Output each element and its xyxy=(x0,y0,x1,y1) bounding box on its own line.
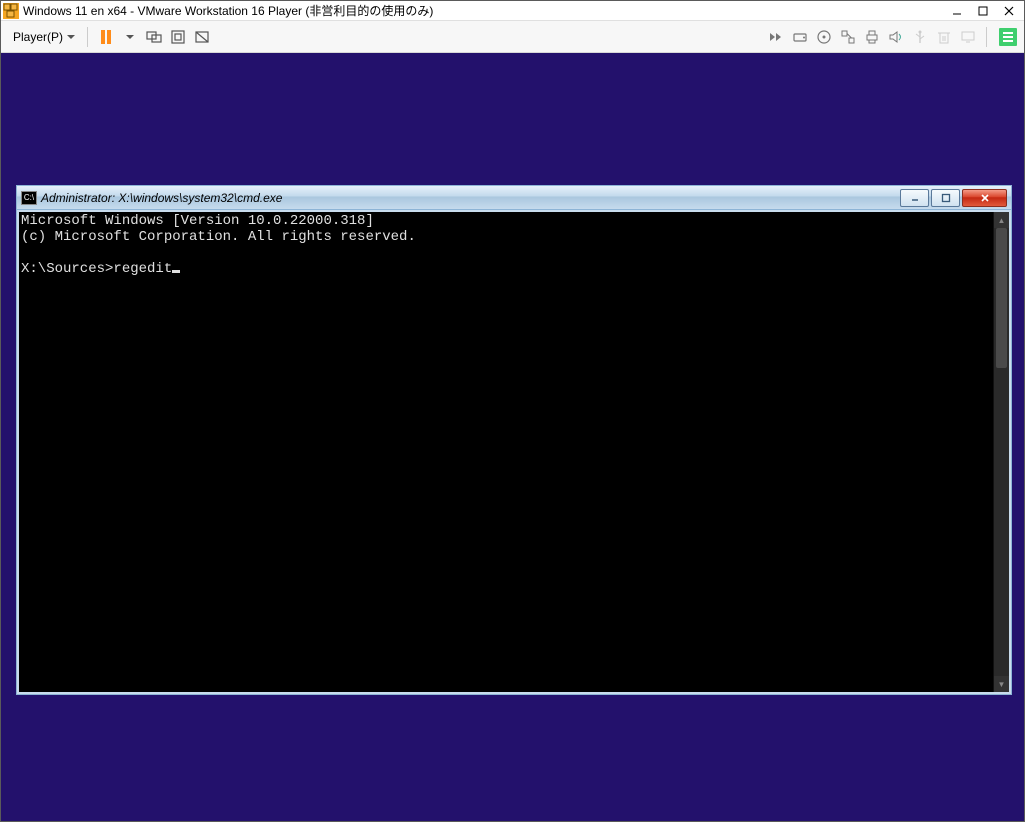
vmware-minimize-button[interactable] xyxy=(944,1,970,21)
sound-icon[interactable] xyxy=(885,26,907,48)
pause-dropdown-button[interactable] xyxy=(119,26,141,48)
printer-icon[interactable] xyxy=(861,26,883,48)
cmd-titlebar[interactable]: C:\ Administrator: X:\windows\system32\c… xyxy=(17,186,1011,210)
vmware-toolbar: Player(P) xyxy=(1,21,1024,53)
cmd-terminal[interactable]: Microsoft Windows [Version 10.0.22000.31… xyxy=(19,212,993,692)
cd-dvd-icon[interactable] xyxy=(813,26,835,48)
cmd-cursor xyxy=(172,270,180,273)
cmd-line-version: Microsoft Windows [Version 10.0.22000.31… xyxy=(21,213,374,229)
caret-down-icon xyxy=(126,35,134,39)
player-menu-label: Player(P) xyxy=(13,30,63,44)
vmware-app-icon xyxy=(3,3,19,19)
manage-button[interactable] xyxy=(999,28,1017,46)
unity-mode-button[interactable] xyxy=(191,26,213,48)
scroll-thumb[interactable] xyxy=(996,228,1007,368)
vmware-window-controls xyxy=(944,1,1022,21)
delete-icon[interactable] xyxy=(933,26,955,48)
cmd-body-wrap: Microsoft Windows [Version 10.0.22000.31… xyxy=(17,210,1011,694)
vm-guest-desktop[interactable]: C:\ Administrator: X:\windows\system32\c… xyxy=(1,53,1024,821)
cmd-close-button[interactable] xyxy=(962,189,1007,207)
fullscreen-button[interactable] xyxy=(167,26,189,48)
network-adapter-icon[interactable] xyxy=(837,26,859,48)
display-icon[interactable] xyxy=(957,26,979,48)
vmware-player-window: Windows 11 en x64 - VMware Workstation 1… xyxy=(0,0,1025,822)
vmware-window-title: Windows 11 en x64 - VMware Workstation 1… xyxy=(23,2,944,19)
cmd-line-copyright: (c) Microsoft Corporation. All rights re… xyxy=(21,229,416,245)
toolbar-separator xyxy=(87,27,88,47)
pause-vm-button[interactable] xyxy=(95,26,117,48)
cmd-minimize-button[interactable] xyxy=(900,189,929,207)
player-menu[interactable]: Player(P) xyxy=(7,27,81,47)
pause-icon xyxy=(101,30,111,44)
cmd-prompt: X:\Sources> xyxy=(21,261,113,277)
toolbar-separator xyxy=(986,27,987,47)
cmd-window-title: Administrator: X:\windows\system32\cmd.e… xyxy=(41,191,898,205)
usb-icon[interactable] xyxy=(909,26,931,48)
vmware-maximize-button[interactable] xyxy=(970,1,996,21)
vmware-close-button[interactable] xyxy=(996,1,1022,21)
scroll-up-button[interactable]: ▲ xyxy=(994,212,1009,228)
fast-forward-icon[interactable] xyxy=(765,26,787,48)
cmd-window: C:\ Administrator: X:\windows\system32\c… xyxy=(16,185,1012,695)
cmd-maximize-button[interactable] xyxy=(931,189,960,207)
caret-down-icon xyxy=(67,35,75,39)
send-ctrl-alt-del-button[interactable] xyxy=(143,26,165,48)
cmd-input-text: regedit xyxy=(113,261,172,277)
scroll-down-button[interactable]: ▼ xyxy=(994,676,1009,692)
cmd-app-icon: C:\ xyxy=(21,191,37,205)
vmware-titlebar: Windows 11 en x64 - VMware Workstation 1… xyxy=(1,1,1024,21)
hard-disk-icon[interactable] xyxy=(789,26,811,48)
cmd-scrollbar[interactable]: ▲ ▼ xyxy=(993,212,1009,692)
